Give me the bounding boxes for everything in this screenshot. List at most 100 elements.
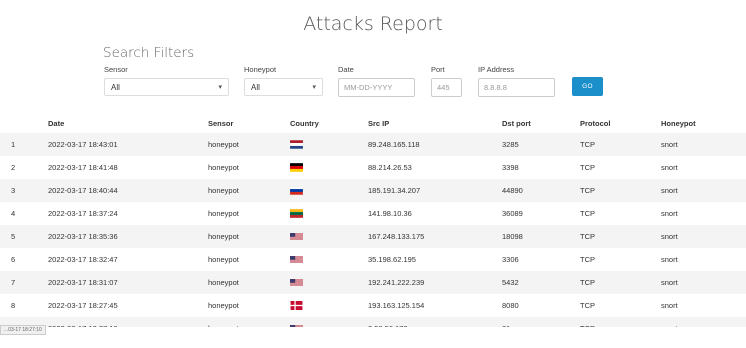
cell-protocol: TCP xyxy=(580,232,595,241)
cell-honeypot: snort xyxy=(661,317,678,327)
cell-country xyxy=(290,179,303,202)
table-header: Date Sensor Country Src IP Dst port Protocol H… xyxy=(0,113,746,133)
cell-date: 2022-03-17 18:27:45 xyxy=(48,301,118,310)
cell-dst-port: 3398 xyxy=(502,163,519,172)
cell-country xyxy=(290,156,303,179)
cell-country xyxy=(290,248,303,271)
cell-country xyxy=(290,202,303,225)
ip-address-field[interactable]: 8.8.8.8 xyxy=(478,78,555,97)
date-field[interactable]: MM-DD-YYYY xyxy=(338,78,415,97)
chevron-down-icon: ▾ xyxy=(312,84,316,91)
flag-us-icon xyxy=(290,232,303,241)
cell-country xyxy=(290,271,303,294)
flag-nl-icon xyxy=(290,140,303,149)
cell-protocol: TCP xyxy=(580,255,595,264)
sensor-select-value: All xyxy=(111,83,120,92)
table-row[interactable]: 7 2022-03-17 18:31:07 honeypot 192.241.222.… xyxy=(0,271,746,294)
chevron-down-icon: ▾ xyxy=(218,84,222,91)
table-row[interactable]: 92022-03-17 18:27:10honeypot2.56.56.1798… xyxy=(0,317,746,327)
cell-row-number: 4 xyxy=(11,209,16,218)
cell-sensor: honeypot xyxy=(208,140,239,149)
flag-us-icon xyxy=(290,324,303,327)
table-row[interactable]: 8 2022-03-17 18:27:45 honeypot 193.163.125.… xyxy=(0,294,746,317)
cell-row-number: 2 xyxy=(11,163,16,172)
cell-date: 2022-03-17 18:35:36 xyxy=(48,232,118,241)
header-date[interactable]: Date xyxy=(48,113,64,133)
status-bar: ...03-17 18:27:10 xyxy=(0,325,46,335)
page-title: Attacks Report xyxy=(303,13,443,35)
go-button[interactable]: GO xyxy=(572,77,603,96)
honeypot-select[interactable]: All ▾ xyxy=(244,78,323,96)
cell-sensor: honeypot xyxy=(208,186,239,195)
cell-date: 2022-03-17 18:40:44 xyxy=(48,186,118,195)
cell-honeypot: snort xyxy=(661,278,678,287)
cell-dst-port: 36089 xyxy=(502,209,523,218)
cell-row-number: 7 xyxy=(11,278,16,287)
cell-protocol: TCP xyxy=(580,140,595,149)
cell-dst-port: 3306 xyxy=(502,255,519,264)
port-label: Port xyxy=(431,65,445,74)
cell-honeypot: snort xyxy=(661,255,678,264)
cell-dst-port: 3285 xyxy=(502,140,519,149)
cell-country xyxy=(290,294,303,317)
cell-src-ip: 89.248.165.118 xyxy=(368,140,420,149)
cell-sensor: honeypot xyxy=(208,255,239,264)
header-src-ip[interactable]: Src IP xyxy=(368,113,389,133)
cell-protocol: TCP xyxy=(580,317,595,327)
flag-de-icon xyxy=(290,163,303,172)
cell-date: 2022-03-17 18:43:01 xyxy=(48,140,118,149)
cell-sensor: honeypot xyxy=(208,232,239,241)
table-row[interactable]: 5 2022-03-17 18:35:36 honeypot 167.248.133.… xyxy=(0,225,746,248)
header-dst-port[interactable]: Dst port xyxy=(502,113,531,133)
cell-src-ip: 167.248.133.175 xyxy=(368,232,425,241)
cell-date: 2022-03-17 18:37:24 xyxy=(48,209,118,218)
cell-sensor: honeypot xyxy=(208,209,239,218)
cell-dst-port: 5432 xyxy=(502,278,519,287)
cell-sensor: honeypot xyxy=(208,163,239,172)
header-country[interactable]: Country xyxy=(290,113,319,133)
sensor-select[interactable]: All ▾ xyxy=(104,78,229,96)
table-row[interactable]: 4 2022-03-17 18:37:24 honeypot 141.98.10.36… xyxy=(0,202,746,225)
cell-row-number: 3 xyxy=(11,186,16,195)
cell-sensor: honeypot xyxy=(208,317,239,327)
table-row[interactable]: 3 2022-03-17 18:40:44 honeypot 185.191.34.2… xyxy=(0,179,746,202)
cell-protocol: TCP xyxy=(580,186,595,195)
cell-src-ip: 141.98.10.36 xyxy=(368,209,412,218)
cell-src-ip: 2.56.56.179 xyxy=(368,317,408,327)
cell-dst-port: 44890 xyxy=(502,186,523,195)
honeypot-label: Honeypot xyxy=(244,65,277,74)
flag-ru-icon xyxy=(290,186,303,195)
cell-src-ip: 35.198.62.195 xyxy=(368,255,416,264)
flag-lt-icon xyxy=(290,209,303,218)
header-protocol[interactable]: Protocol xyxy=(580,113,610,133)
cell-src-ip: 192.241.222.239 xyxy=(368,278,425,287)
attacks-table: Date Sensor Country Src IP Dst port Protocol H… xyxy=(0,113,746,327)
cell-country xyxy=(290,225,303,248)
flag-us-icon xyxy=(290,255,303,264)
flag-us-icon xyxy=(290,278,303,287)
cell-honeypot: snort xyxy=(661,209,678,218)
cell-row-number: 5 xyxy=(11,232,16,241)
cell-row-number: 8 xyxy=(11,301,16,310)
table-row[interactable]: 6 2022-03-17 18:32:47 honeypot 35.198.62.19… xyxy=(0,248,746,271)
cell-row-number: 6 xyxy=(11,255,16,264)
cell-honeypot: snort xyxy=(661,232,678,241)
cell-sensor: honeypot xyxy=(208,278,239,287)
cell-src-ip: 193.163.125.154 xyxy=(368,301,425,310)
ip-address-label: IP Address xyxy=(478,65,515,74)
cell-row-number: 1 xyxy=(11,140,16,149)
cell-date: 2022-03-17 18:32:47 xyxy=(48,255,118,264)
cell-date: 2022-03-17 18:27:10 xyxy=(48,317,118,327)
cell-protocol: TCP xyxy=(580,209,595,218)
header-sensor[interactable]: Sensor xyxy=(208,113,233,133)
cell-protocol: TCP xyxy=(580,278,595,287)
date-label: Date xyxy=(338,65,354,74)
table-row[interactable]: 2 2022-03-17 18:41:48 honeypot 88.214.26.53… xyxy=(0,156,746,179)
cell-src-ip: 88.214.26.53 xyxy=(368,163,412,172)
cell-country xyxy=(290,317,303,327)
cell-src-ip: 185.191.34.207 xyxy=(368,186,421,195)
cell-honeypot: snort xyxy=(661,140,678,149)
table-row[interactable]: 1 2022-03-17 18:43:01 honeypot 89.248.165.1… xyxy=(0,133,746,156)
port-field[interactable]: 445 xyxy=(431,78,462,97)
header-honeypot[interactable]: Honeypot xyxy=(661,113,696,133)
